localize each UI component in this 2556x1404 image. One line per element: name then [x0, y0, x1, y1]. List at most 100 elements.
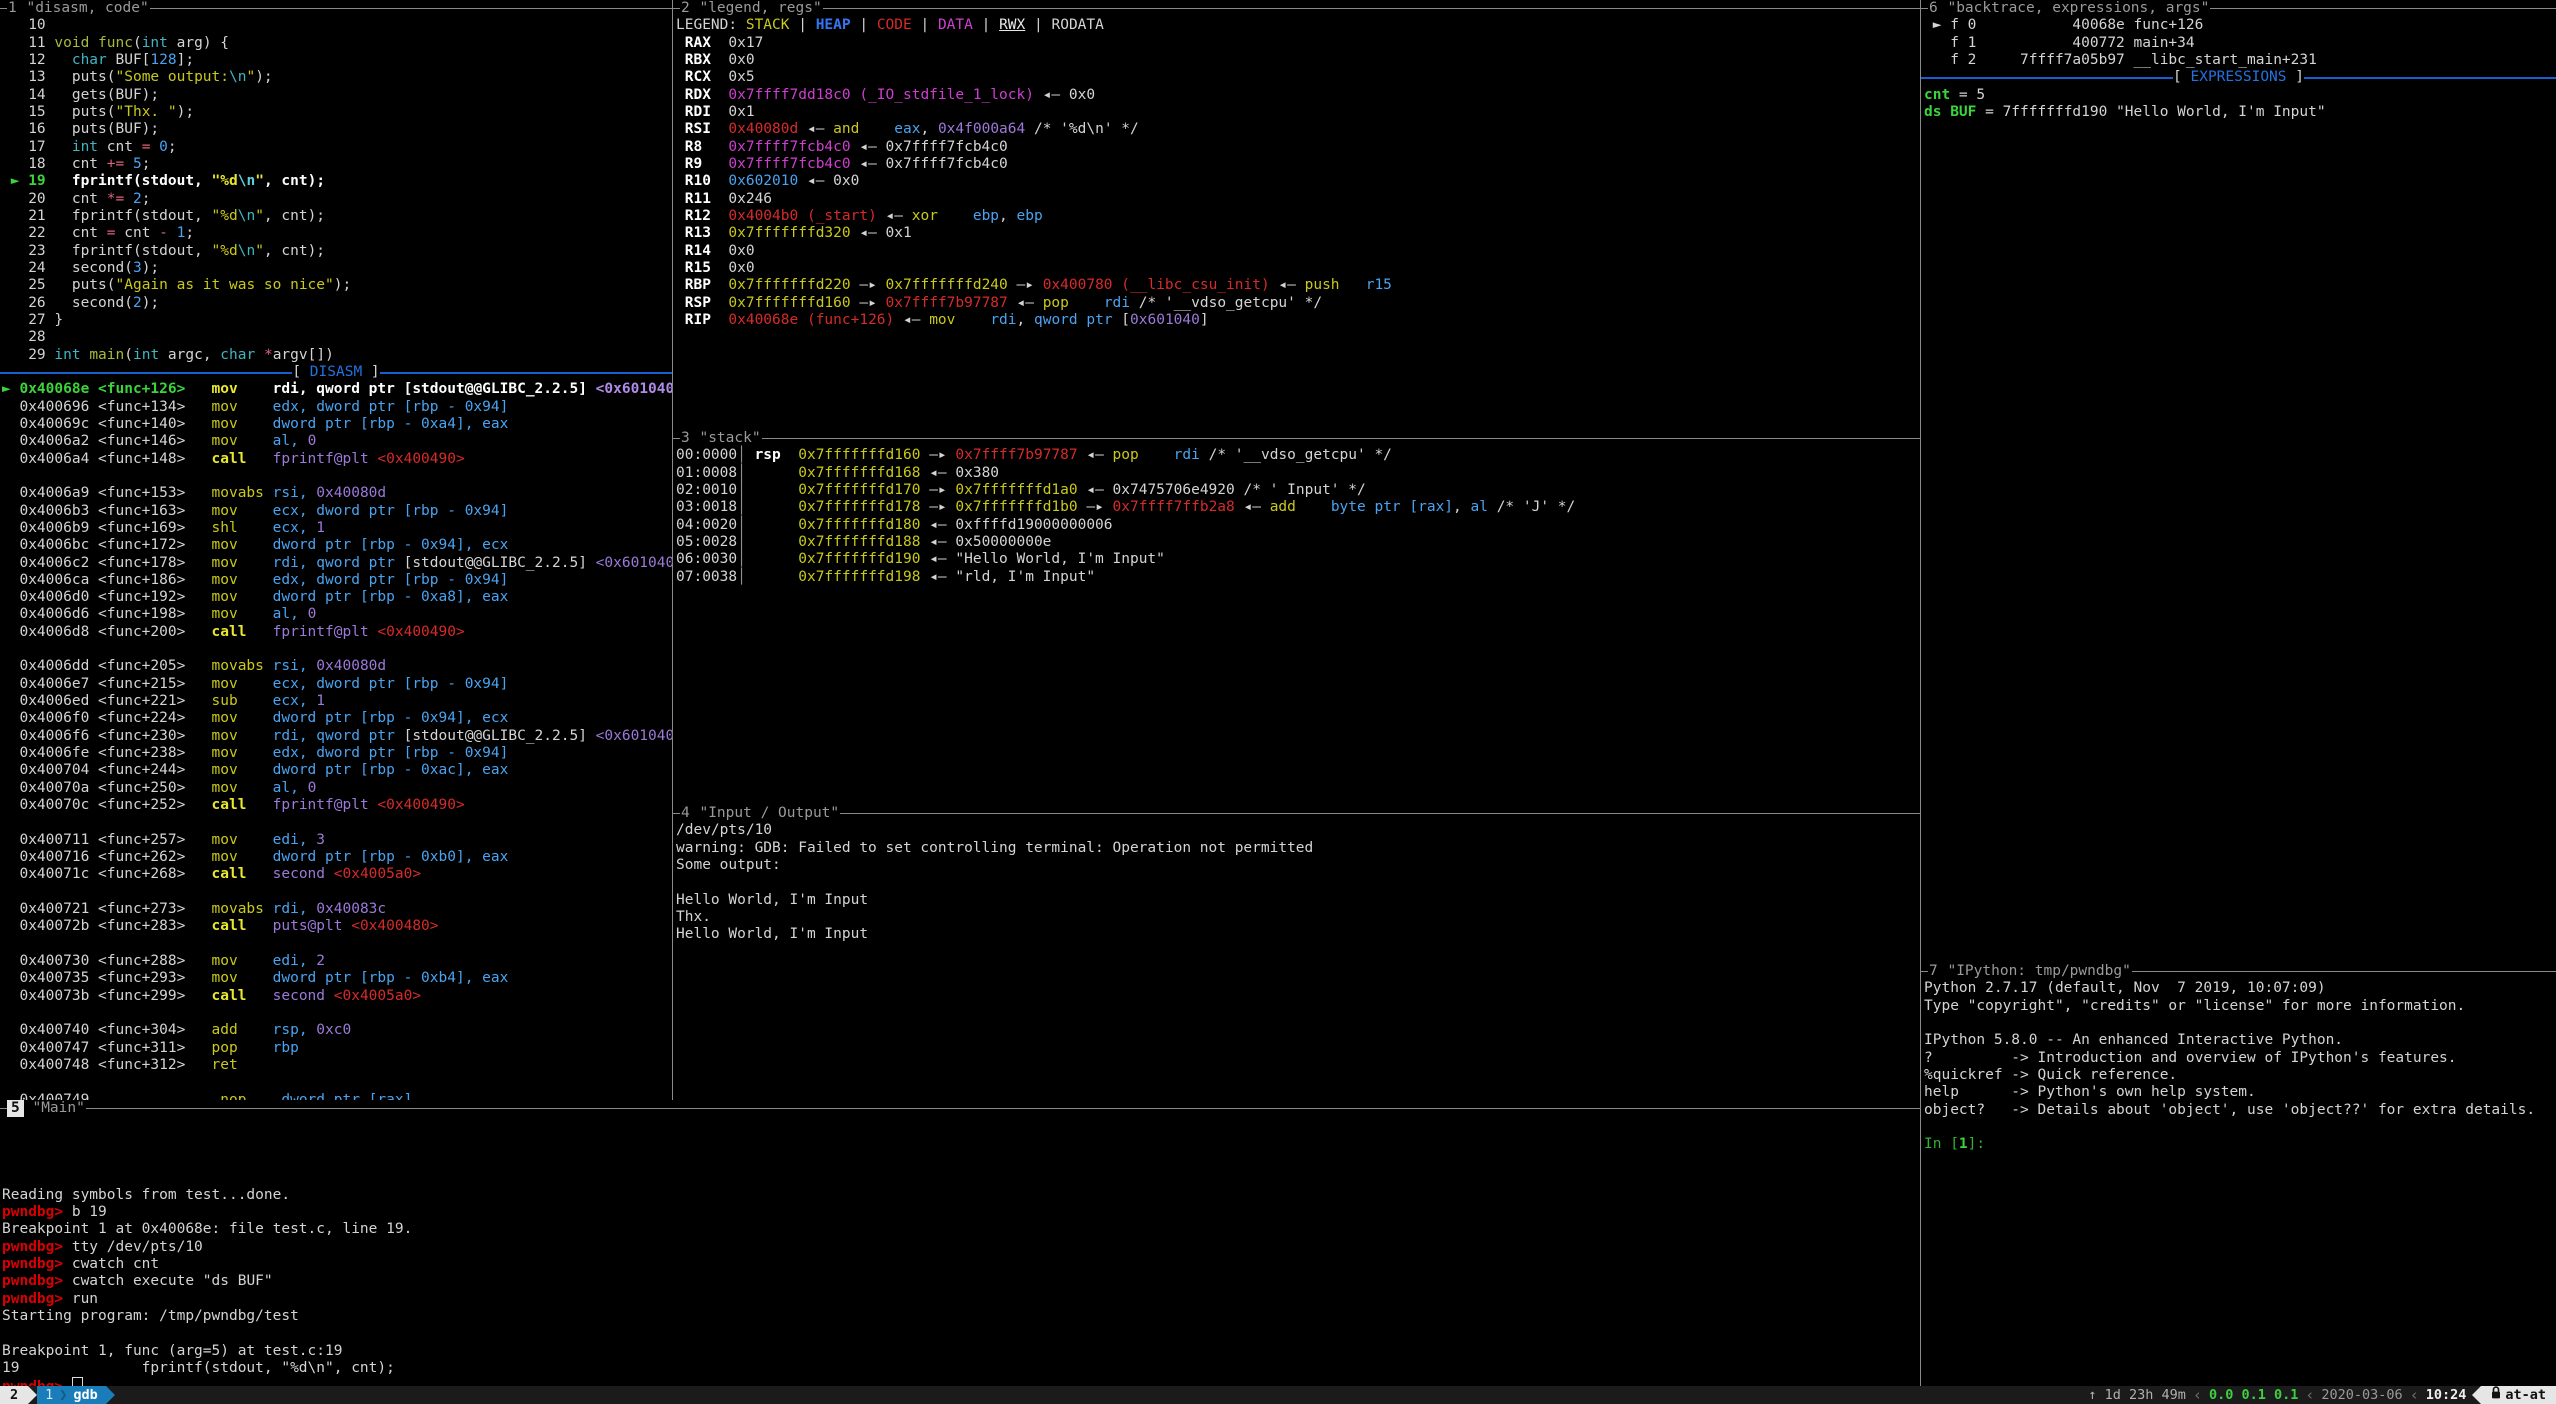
window-index: 1	[45, 1386, 53, 1404]
uptime-arrow-icon: ↑	[2088, 1386, 2096, 1404]
gdb-console[interactable]: Reading symbols from test...done. pwndbg>…	[0, 1117, 1920, 1386]
border-dash	[0, 372, 292, 374]
term-line: 0x40069c <func+140> mov dword ptr [rbp -…	[2, 416, 672, 433]
pane-stack[interactable]: 3 "stack" 00:0000│ rsp 0x7fffffffd160 —▸…	[673, 430, 1920, 805]
term-line: pwndbg> cwatch cnt	[2, 1256, 1920, 1273]
term-line: R8 0x7ffff7fcb4c0 ◂— 0x7ffff7fcb4c0	[676, 139, 1920, 156]
session-number: 2	[10, 1386, 18, 1404]
ipython-banner: Python 2.7.17 (default, Nov 7 2019, 10:0…	[1921, 980, 2556, 1153]
term-line	[2, 1135, 1920, 1152]
border-dash	[1921, 8, 1928, 9]
pane-border-vertical[interactable]	[672, 0, 673, 1100]
term-line: 20 cnt *= 2;	[2, 191, 672, 208]
pane-name: "IPython: tmp/pwndbg"	[1947, 963, 2131, 980]
term-line: 0x4006f0 <func+224> mov dword ptr [rbp -…	[2, 710, 672, 727]
pane-ipython[interactable]: 7 "IPython: tmp/pwndbg" Python 2.7.17 (d…	[1921, 963, 2556, 1386]
pane-title-disasm: 1 "disasm, code"	[0, 0, 672, 17]
lock-icon	[2491, 1386, 2501, 1404]
term-line: 15 puts("Thx. ");	[2, 104, 672, 121]
term-line: RIP 0x40068e (func+126) ◂— mov rdi, qwor…	[676, 312, 1920, 329]
term-line: 0x4006dd <func+205> movabs rsi, 0x40080d	[2, 658, 672, 675]
term-line: 0x40071c <func+268> call second <0x4005a…	[2, 866, 672, 883]
powerline-arrow	[28, 1386, 37, 1404]
border-dash	[673, 8, 680, 9]
term-line: 0x4006bc <func+172> mov dword ptr [rbp -…	[2, 537, 672, 554]
term-line: RBP 0x7fffffffd220 —▸ 0x7fffffffd240 —▸ …	[676, 277, 1920, 294]
segment-separator: ‹	[2403, 1386, 2426, 1404]
divider-label: DISASM	[301, 364, 371, 381]
term-line: 0x400730 <func+288> mov edi, 2	[2, 953, 672, 970]
divider-bracket: ]	[371, 364, 380, 381]
border-dash	[2132, 971, 2556, 972]
term-line: Reading symbols from test...done.	[2, 1187, 1920, 1204]
term-line	[2, 1152, 1920, 1169]
uptime-text: 1d 23h 49m	[2105, 1386, 2186, 1404]
border-dash	[673, 813, 680, 814]
term-line: 03:0018│ 0x7fffffffd178 —▸ 0x7fffffffd1b…	[676, 499, 1920, 516]
window-tab-gdb[interactable]: 1❯gdb	[37, 1386, 106, 1404]
time-text: 10:24	[2426, 1386, 2467, 1404]
term-line: f 1 400772 main+34	[1924, 35, 2556, 52]
term-line	[2, 1117, 1920, 1134]
term-line: 0x4006f6 <func+230> mov rdi, qword ptr […	[2, 728, 672, 745]
term-line: R11 0x246	[676, 191, 1920, 208]
term-line: 0x400704 <func+244> mov dword ptr [rbp -…	[2, 762, 672, 779]
term-line: 0x400748 <func+312> ret	[2, 1057, 672, 1074]
source-code-listing: 10 11 void func(int arg) { 12 char BUF[1…	[0, 17, 672, 364]
term-line: 17 int cnt = 0;	[2, 139, 672, 156]
stack-listing: 00:0000│ rsp 0x7fffffffd160 —▸ 0x7ffff7b…	[673, 447, 1920, 586]
pane-main-console[interactable]: 5 "Main" Reading symbols from test...don…	[0, 1100, 1920, 1386]
term-line: In [1]:	[1924, 1136, 2556, 1153]
term-line: 19 fprintf(stdout, "%d\n", cnt);	[2, 1360, 1920, 1377]
pane-backtrace[interactable]: 6 "backtrace, expressions, args" ► f 0 4…	[1921, 0, 2556, 963]
term-line: object? -> Details about 'object', use '…	[1924, 1102, 2556, 1119]
pane-disasm-code[interactable]: 1 "disasm, code" 10 11 void func(int arg…	[0, 0, 672, 1100]
segment-separator: ‹	[2186, 1386, 2209, 1404]
term-line: Hello World, I'm Input	[676, 926, 1920, 943]
term-line: 0x400716 <func+262> mov dword ptr [rbp -…	[2, 849, 672, 866]
term-line: 0x400696 <func+134> mov edx, dword ptr […	[2, 399, 672, 416]
backtrace-frames: ► f 0 40068e func+126 f 1 400772 main+34…	[1921, 17, 2556, 69]
term-line: 0x400749 nop dword ptr [rax]	[2, 1092, 672, 1100]
term-line: Thx.	[676, 909, 1920, 926]
session-tab[interactable]: 2	[0, 1386, 28, 1404]
term-line: Starting program: /tmp/pwndbg/test	[2, 1308, 1920, 1325]
term-line: 0x4006c2 <func+178> mov rdi, qword ptr […	[2, 555, 672, 572]
term-line: 22 cnt = cnt - 1;	[2, 225, 672, 242]
powerline-arrow	[2472, 1386, 2481, 1404]
term-line: pwndbg> cwatch execute "ds BUF"	[2, 1273, 1920, 1290]
term-line: 05:0028│ 0x7fffffffd188 ◂— 0x50000000e	[676, 534, 1920, 551]
term-line: 16 puts(BUF);	[2, 121, 672, 138]
border-dash	[673, 438, 680, 439]
term-line: 07:0038│ 0x7fffffffd198 ◂— "rld, I'm Inp…	[676, 569, 1920, 586]
tmux-screen: 1 "disasm, code" 10 11 void func(int arg…	[0, 0, 2556, 1404]
term-line: R15 0x0	[676, 260, 1920, 277]
pane-number: 2	[680, 0, 691, 17]
pane-name: "Main"	[32, 1100, 85, 1117]
pane-io[interactable]: 4 "Input / Output" /dev/pts/10warning: G…	[673, 805, 1920, 1100]
window-name: gdb	[73, 1386, 97, 1404]
term-line: Python 2.7.17 (default, Nov 7 2019, 10:0…	[1924, 980, 2556, 997]
term-line: 0x40070c <func+252> call fprintf@plt <0x…	[2, 797, 672, 814]
term-line: %quickref -> Quick reference.	[1924, 1067, 2556, 1084]
powerline-arrow	[106, 1386, 115, 1404]
disasm-section-divider: [ DISASM ]	[0, 364, 672, 381]
term-line: pwndbg> tty /dev/pts/10	[2, 1239, 1920, 1256]
segment-separator: ‹	[2298, 1386, 2321, 1404]
program-output: /dev/pts/10warning: GDB: Failed to set c…	[673, 822, 1920, 943]
pane-registers[interactable]: 2 "legend, regs" LEGEND: STACK | HEAP | …	[673, 0, 1920, 430]
pane-name: "stack"	[699, 430, 761, 447]
term-line: LEGEND: STACK | HEAP | CODE | DATA | RWX…	[676, 17, 1920, 34]
border-dash	[150, 8, 672, 9]
term-line: 13 puts("Some output:\n");	[2, 69, 672, 86]
term-line: R10 0x602010 ◂— 0x0	[676, 173, 1920, 190]
term-line: 0x400747 <func+311> pop rbp	[2, 1040, 672, 1057]
term-line	[2, 1325, 1920, 1342]
term-line: 10	[2, 17, 672, 34]
border-dash	[380, 372, 672, 374]
term-line: 18 cnt += 5;	[2, 156, 672, 173]
term-line: RBX 0x0	[676, 52, 1920, 69]
term-line: ► 19 fprintf(stdout, "%d\n", cnt);	[2, 173, 672, 190]
border-dash	[86, 1108, 1920, 1109]
pane-border-vertical[interactable]	[1920, 0, 1921, 1386]
